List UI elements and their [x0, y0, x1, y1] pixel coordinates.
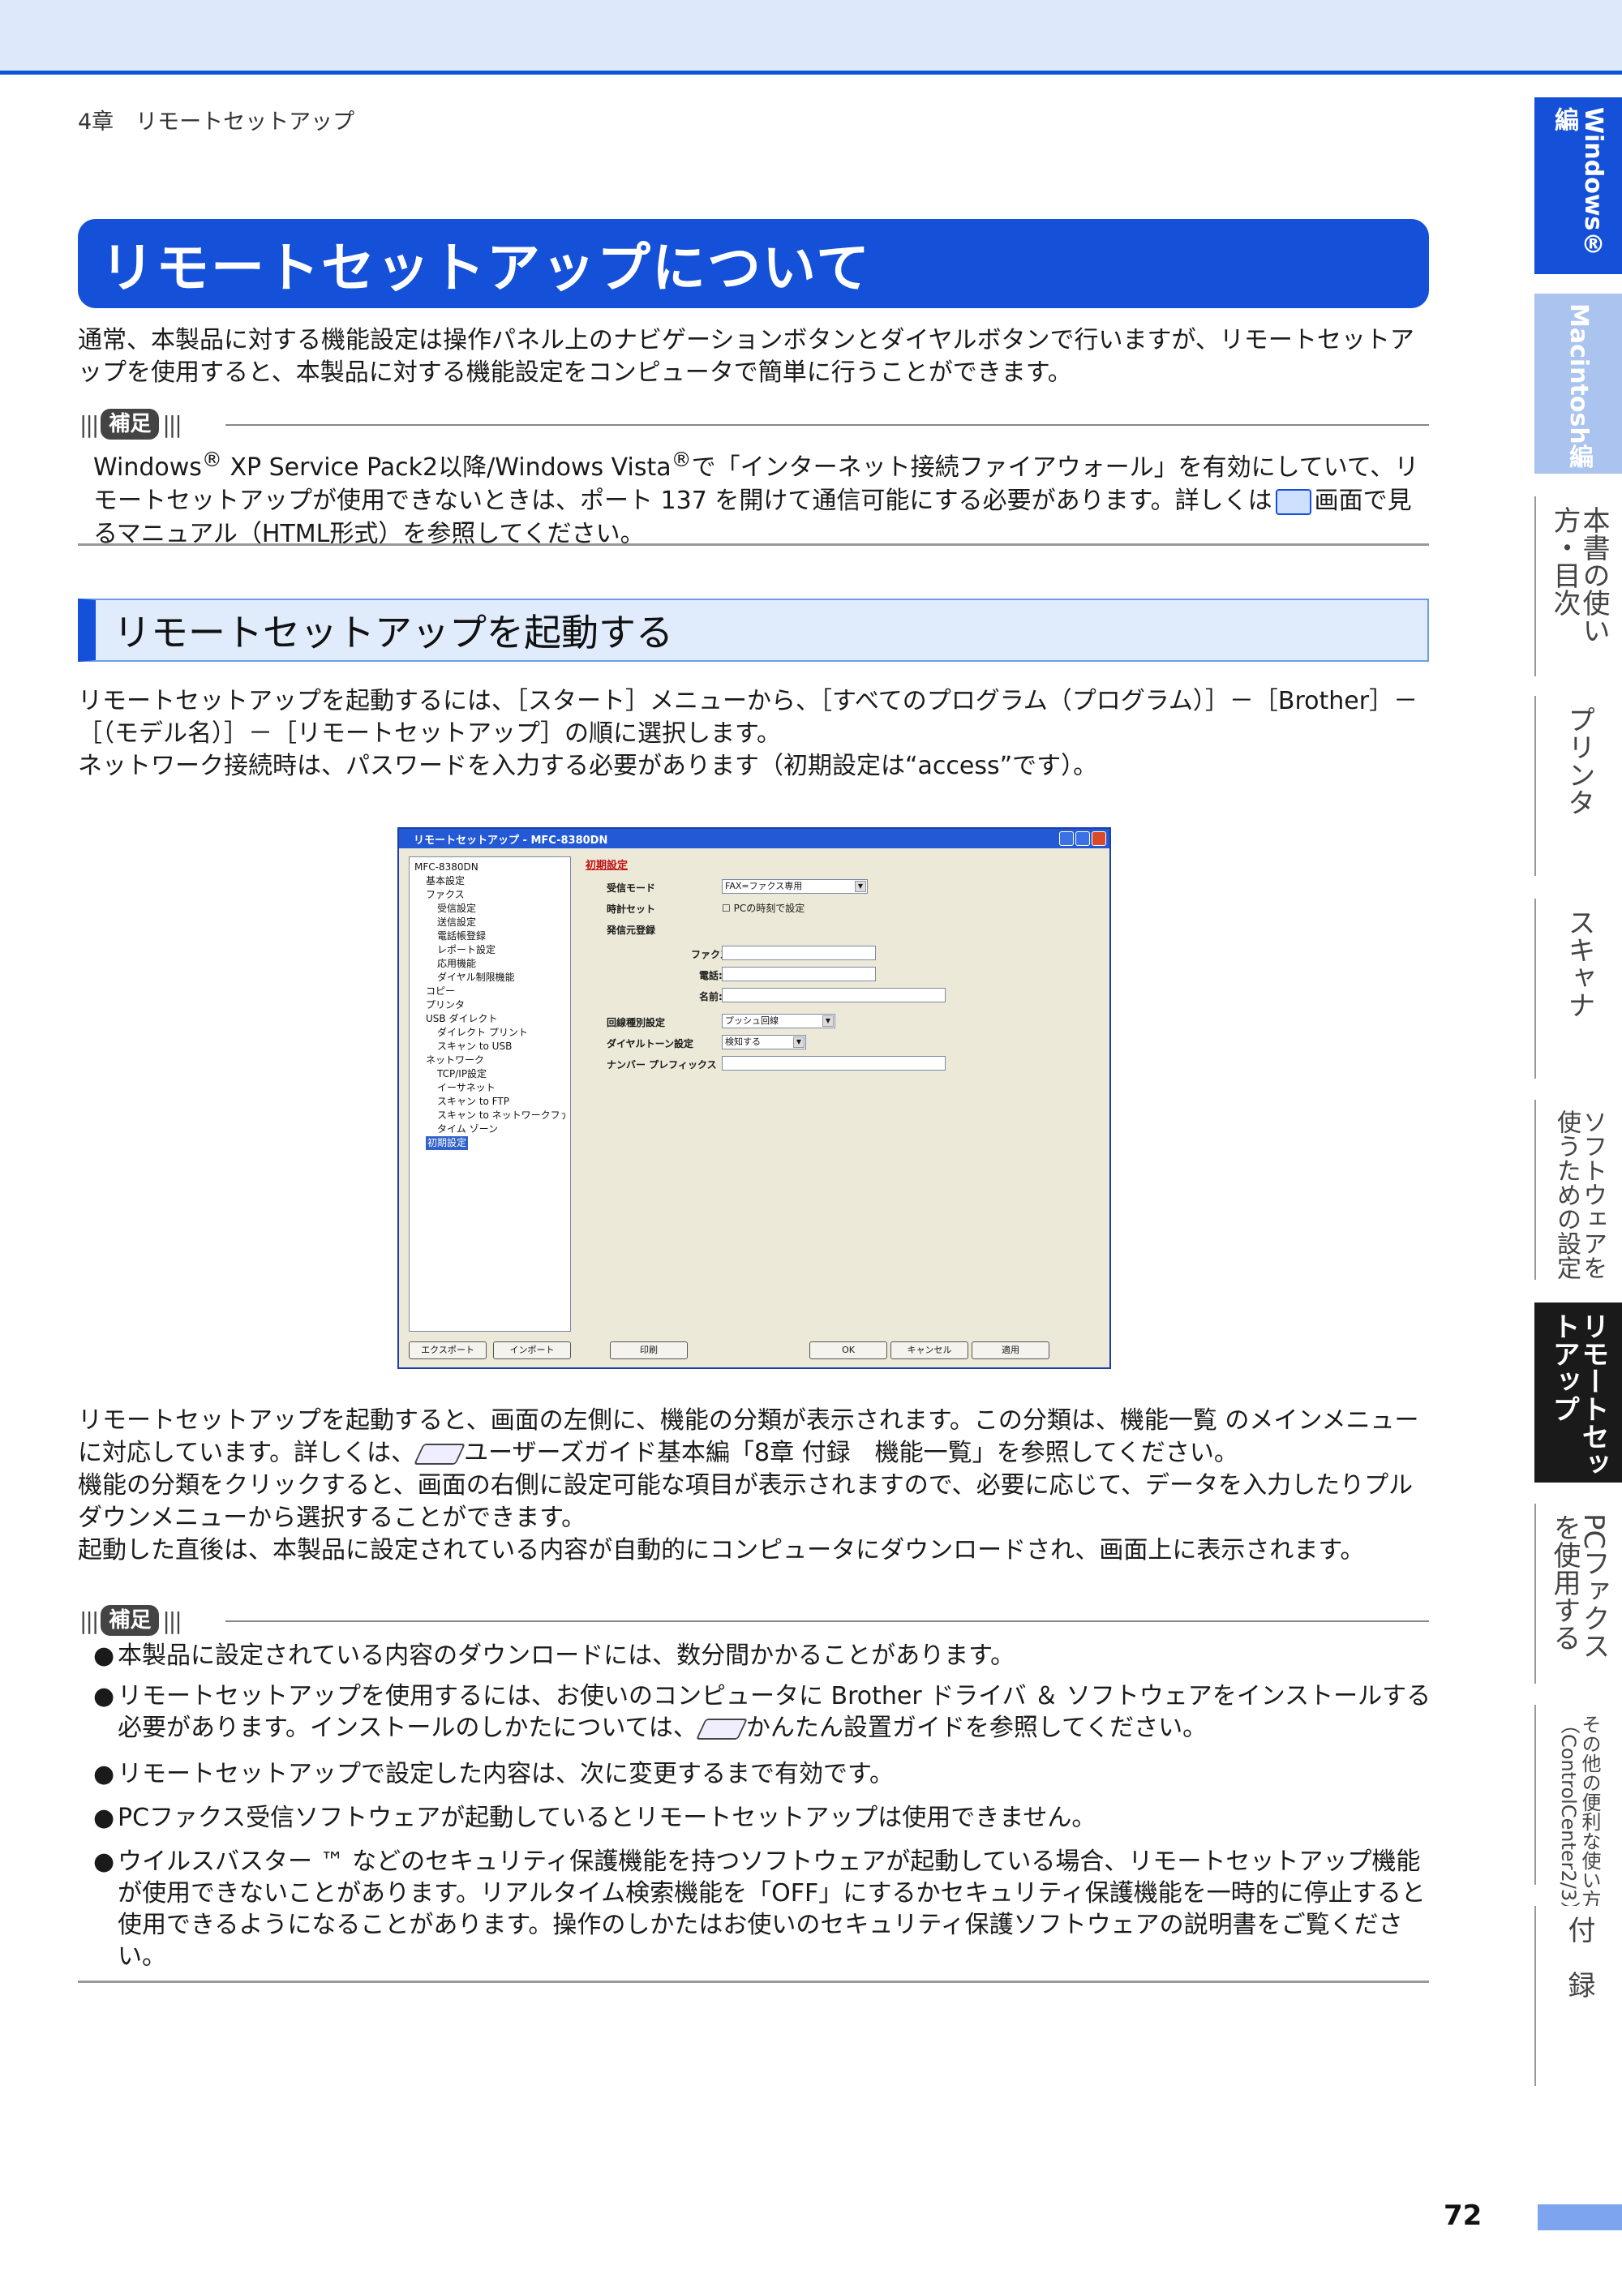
chevron-down-icon: ▼: [822, 1015, 834, 1027]
tree-item[interactable]: USB ダイレクト: [414, 1012, 565, 1026]
tree-item[interactable]: 基本設定: [414, 874, 565, 888]
pc-clock-checkbox[interactable]: ☐ PCの時刻で設定: [722, 901, 805, 915]
note-bullet: ● PCファクス受信ソフトウェアが起動しているとリモートセットアップは使用できませ…: [93, 1804, 1096, 1832]
section-title: リモートセットアップについて: [101, 237, 872, 299]
minimize-icon[interactable]: [1059, 831, 1074, 846]
tree-item[interactable]: プリンタ: [414, 998, 565, 1012]
tree-item[interactable]: 応用機能: [414, 957, 565, 971]
start-text: リモートセットアップを起動するには、［スタート］メニューから、［すべてのプログラ…: [78, 687, 1418, 780]
note-bullet: ● ウイルスバスター ™ などのセキュリティ保護機能を持つソフトウェアが起動してい…: [93, 1848, 1426, 1971]
window-titlebar: リモートセットアップ - MFC-8380DN: [399, 829, 1109, 848]
tree-item[interactable]: 送信設定: [414, 916, 565, 929]
divider: [78, 1981, 1429, 1983]
tab-software-settings[interactable]: ソフトウェアを使うための設定: [1534, 1100, 1622, 1280]
tree-item[interactable]: ファクス: [414, 888, 565, 902]
receive-mode-select[interactable]: FAX=ファクス専用 ▼: [722, 879, 868, 894]
tree-item[interactable]: コピー: [414, 985, 565, 998]
tree-item[interactable]: ダイレクト プリント: [414, 1026, 565, 1040]
tree-item[interactable]: TCP/IP設定: [414, 1067, 565, 1081]
export-button[interactable]: エクスポート: [409, 1341, 487, 1359]
tab-appendix[interactable]: 付 録: [1534, 1906, 1622, 2086]
note1-text: Windows® XP Service Pack2以降/Windows Vist…: [93, 448, 1419, 548]
tree-item[interactable]: MFC-8380DN: [414, 860, 565, 874]
note-header: ||| 補足 |||: [79, 1604, 1429, 1637]
tree-item-selected[interactable]: 初期設定: [426, 1136, 469, 1150]
note-bullet: ● 本製品に設定されている内容のダウンロードには、数分間かかることがあります。: [93, 1642, 1015, 1670]
tree-item[interactable]: 受信設定: [414, 902, 565, 916]
tree-item[interactable]: ネットワーク: [414, 1054, 565, 1067]
subsection-title: リモートセットアップを起動する: [114, 611, 673, 654]
print-button[interactable]: 印刷: [610, 1341, 688, 1359]
manual-icon: [695, 1718, 748, 1740]
page-number: 72: [1444, 2199, 1483, 2232]
tree-item[interactable]: スキャン to USB: [414, 1040, 565, 1054]
subsection-title-bar: リモートセットアップを起動する: [78, 599, 1429, 662]
section-title-bar: リモートセットアップについて: [78, 219, 1429, 308]
tree-item[interactable]: イーサネット: [414, 1081, 565, 1095]
import-button[interactable]: インポート: [493, 1341, 571, 1359]
remote-setup-window: リモートセットアップ - MFC-8380DN MFC-8380DN 基本設定 …: [397, 827, 1111, 1369]
ok-button[interactable]: OK: [809, 1341, 887, 1359]
apply-button[interactable]: 適用: [972, 1341, 1049, 1359]
tab-scanner[interactable]: スキャナ: [1534, 899, 1622, 1079]
note-label: 補足: [101, 409, 160, 440]
note-label: 補足: [101, 1605, 160, 1636]
page-number-bar: [1538, 2204, 1622, 2230]
maximize-icon[interactable]: [1075, 831, 1090, 846]
tree-item[interactable]: スキャン to ネットワークファイル: [414, 1109, 565, 1122]
tab-pc-fax[interactable]: PCファクスを使用する: [1534, 1504, 1622, 1684]
note-header: ||| 補足 |||: [79, 408, 1429, 440]
tree-item[interactable]: スキャン to FTP: [414, 1095, 565, 1109]
tab-windows[interactable]: Windows®編: [1534, 97, 1622, 274]
tab-macintosh[interactable]: Macintosh編: [1534, 294, 1622, 474]
line-type-select[interactable]: プッシュ回線 ▼: [722, 1014, 835, 1028]
number-prefix-field[interactable]: [722, 1056, 946, 1071]
intro-text: 通常、本製品に対する機能設定は操作パネル上のナビゲーションボタンとダイヤルボタン…: [78, 326, 1414, 387]
name-field[interactable]: [722, 988, 946, 1002]
category-tree[interactable]: MFC-8380DN 基本設定 ファクス 受信設定 送信設定 電話帳登録 レポー…: [409, 856, 571, 1332]
manual-icon: [414, 1443, 466, 1465]
note-bullet: ● リモートセットアップを使用するには、お使いのコンピュータに Brother ド…: [93, 1682, 1431, 1742]
fax-number-field[interactable]: [722, 946, 876, 960]
close-icon[interactable]: [1092, 831, 1106, 846]
after-text: リモートセットアップを起動すると、画面の左側に、機能の分類が表示されます。この分…: [78, 1406, 1419, 1564]
tree-item[interactable]: 電話帳登録: [414, 929, 565, 943]
dial-tone-select[interactable]: 検知する ▼: [722, 1035, 806, 1049]
tree-item[interactable]: ダイヤル制限機能: [414, 971, 565, 985]
divider: [78, 543, 1429, 546]
settings-form: 初期設定 受信モード FAX=ファクス専用 ▼ 時計セット ☐ PCの時刻で設定 …: [586, 856, 1105, 1332]
chevron-down-icon: ▼: [855, 881, 866, 892]
phone-number-field[interactable]: [722, 967, 876, 981]
screen-manual-icon: [1275, 488, 1311, 515]
cancel-button[interactable]: キャンセル: [890, 1341, 968, 1359]
chapter-header: 4章 リモートセットアップ: [78, 109, 355, 135]
tab-control-center[interactable]: その他の便利な使い方（ControlCenter2/3）: [1534, 1705, 1622, 1920]
tab-remote-setup[interactable]: リモートセットアップ: [1534, 1302, 1622, 1483]
chevron-down-icon: ▼: [793, 1036, 805, 1048]
tab-contents[interactable]: 本書の使い方・目次: [1534, 496, 1622, 676]
form-title: 初期設定: [586, 860, 629, 872]
tree-item[interactable]: レポート設定: [414, 943, 565, 957]
tab-printer[interactable]: プリンタ: [1534, 696, 1622, 876]
note-bullet: ● リモートセットアップで設定した内容は、次に変更するまで有効です。: [93, 1760, 894, 1788]
tree-item[interactable]: タイム ゾーン: [414, 1122, 565, 1136]
top-band: [0, 0, 1622, 75]
